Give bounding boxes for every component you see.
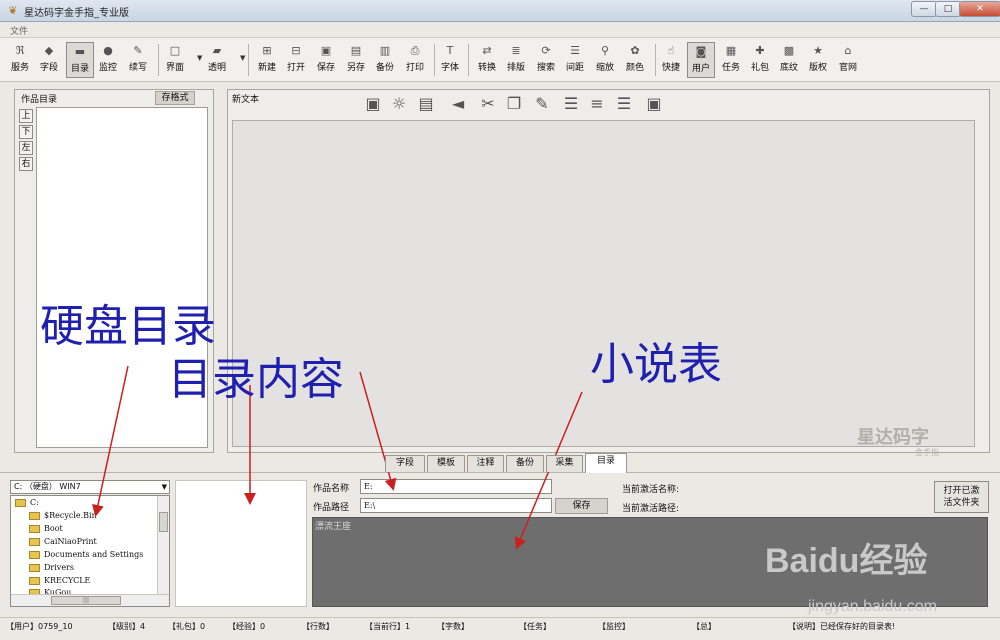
tab-0[interactable]: 字段 <box>385 455 425 472</box>
baidu-watermark-url: jingyan.baidu.com <box>808 598 937 615</box>
tab-1[interactable]: 模板 <box>427 455 465 472</box>
annotation-directory-contents: 目录内容 <box>168 354 344 405</box>
annotation-novel-table: 小说表 <box>590 339 722 390</box>
app-window: ❦ 星达码字金手指_专业版 — □ ✕ 文件 ℜ 服务 ◆ 字段 ▬ 目录 ● 监控 ✎ 续写 □ 界… <box>0 0 1000 640</box>
tab-5[interactable]: 目录 <box>585 453 627 473</box>
tab-3[interactable]: 备份 <box>506 455 544 472</box>
tab-4[interactable]: 采集 <box>546 455 583 472</box>
baidu-watermark: Baidu经验 <box>765 542 928 580</box>
tab-2[interactable]: 注释 <box>467 455 504 472</box>
arrow-to-folder-tree <box>92 365 129 517</box>
